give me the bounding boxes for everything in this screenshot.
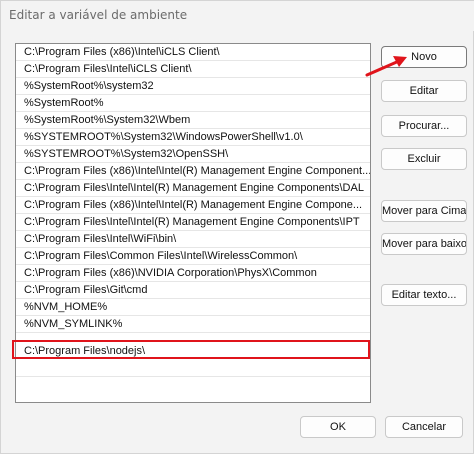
list-item[interactable]: %SystemRoot%\System32\Wbem	[16, 112, 370, 129]
list-item[interactable]: C:\Program Files\Git\cmd	[16, 282, 370, 299]
list-item-selected[interactable]: C:\Program Files\nodejs\	[16, 343, 370, 360]
edit-text-button[interactable]: Editar texto...	[381, 284, 467, 306]
list-item-text: C:\Program Files\Intel\iCLS Client\	[24, 63, 192, 75]
title-bar: Editar a variável de ambiente	[1, 1, 474, 31]
list-item[interactable]: %SYSTEMROOT%\System32\WindowsPowerShell\…	[16, 129, 370, 146]
list-item-text: %SystemRoot%\system32	[24, 80, 154, 92]
move-up-button[interactable]: Mover para Cima	[381, 200, 467, 222]
list-item-text: C:\Program Files\Common Files\Intel\Wire…	[24, 250, 298, 262]
list-item[interactable]: C:\Program Files (x86)\NVIDIA Corporatio…	[16, 265, 370, 282]
cancel-button[interactable]: Cancelar	[385, 416, 463, 438]
delete-button[interactable]: Excluir	[381, 148, 467, 170]
list-item-text: %SYSTEMROOT%\System32\WindowsPowerShell\…	[24, 131, 303, 143]
list-item-text: C:\Program Files\Intel\Intel(R) Manageme…	[24, 216, 360, 228]
list-item-text: C:\Program Files\nodejs\	[24, 345, 146, 357]
list-item[interactable]: %NVM_HOME%	[16, 299, 370, 316]
list-item-text: C:\Program Files\Intel\Intel(R) Manageme…	[24, 182, 364, 194]
window-title: Editar a variável de ambiente	[9, 8, 188, 22]
list-item-empty[interactable]	[16, 360, 370, 377]
move-down-button[interactable]: Mover para baixo	[381, 233, 467, 255]
list-item[interactable]: C:\Program Files\Common Files\Intel\Wire…	[16, 248, 370, 265]
list-item-text: %SYSTEMROOT%\System32\OpenSSH\	[24, 148, 229, 160]
list-item[interactable]: C:\Program Files\Intel\Intel(R) Manageme…	[16, 214, 370, 231]
list-item[interactable]: %SYSTEMROOT%\System32\OpenSSH\	[16, 146, 370, 163]
list-item[interactable]: %SystemRoot%	[16, 95, 370, 112]
list-item-text: %NVM_HOME%	[24, 301, 108, 313]
list-item-text: C:\Program Files (x86)\NVIDIA Corporatio…	[24, 267, 317, 279]
list-item[interactable]: C:\Program Files (x86)\Intel\Intel(R) Ma…	[16, 163, 371, 180]
list-item-text: C:\Program Files (x86)\Intel\iCLS Client…	[24, 46, 220, 58]
list-item[interactable]: C:\Program Files (x86)\Intel\Intel(R) Ma…	[16, 197, 370, 214]
list-item[interactable]: C:\Program Files\Intel\Intel(R) Manageme…	[16, 180, 370, 197]
browse-button[interactable]: Procurar...	[381, 115, 467, 137]
list-item[interactable]: C:\Program Files\Intel\WiFi\bin\	[16, 231, 370, 248]
list-item-text: C:\Program Files (x86)\Intel\Intel(R) Ma…	[24, 165, 371, 177]
list-item[interactable]: %NVM_SYMLINK%	[16, 316, 370, 333]
edit-environment-variable-dialog: Editar a variável de ambiente C:\Program…	[0, 0, 474, 454]
list-item[interactable]: C:\Program Files (x86)\Intel\iCLS Client…	[16, 44, 370, 61]
list-item-text: C:\Program Files\Git\cmd	[24, 284, 148, 296]
list-item-text: %SystemRoot%\System32\Wbem	[24, 114, 191, 126]
list-item[interactable]: %SystemRoot%\system32	[16, 78, 370, 95]
list-item-text: %SystemRoot%	[24, 97, 104, 109]
edit-button[interactable]: Editar	[381, 80, 467, 102]
ok-button[interactable]: OK	[300, 416, 376, 438]
list-item-empty[interactable]	[16, 377, 370, 394]
red-arrow-icon	[365, 56, 407, 77]
list-item-text: C:\Program Files (x86)\Intel\Intel(R) Ma…	[24, 199, 363, 211]
path-list[interactable]: C:\Program Files (x86)\Intel\iCLS Client…	[15, 43, 371, 403]
list-item[interactable]: C:\Program Files\Intel\iCLS Client\	[16, 61, 370, 78]
list-item-text: %NVM_SYMLINK%	[24, 318, 123, 330]
list-item-text: C:\Program Files\Intel\WiFi\bin\	[24, 233, 177, 245]
